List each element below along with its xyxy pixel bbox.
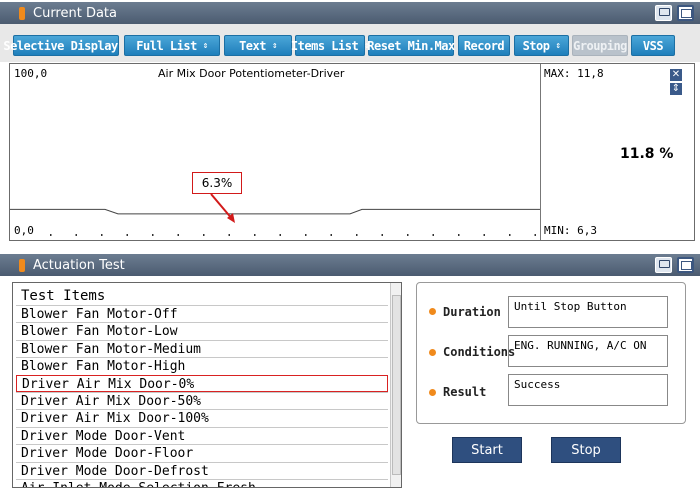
list-item[interactable]: Driver Air Mix Door-0% xyxy=(16,374,388,392)
start-button[interactable]: Start xyxy=(452,437,522,463)
result-label: Result xyxy=(443,385,487,399)
grouping-button[interactable]: Grouping xyxy=(572,35,628,56)
result-field: Success xyxy=(508,374,668,406)
list-item[interactable]: Driver Air Mix Door-50% xyxy=(16,392,388,409)
stop-dropdown-button[interactable]: Stop ⇕ xyxy=(514,35,569,56)
x-tick xyxy=(177,234,179,236)
scroll-toggle-icon[interactable]: ⇕ xyxy=(670,83,682,95)
items-list-label: Items List xyxy=(290,38,359,53)
full-list-button[interactable]: Full List ⇕ xyxy=(124,35,220,56)
current-data-header: Current Data xyxy=(0,2,700,24)
caret-icon: ⇕ xyxy=(202,40,208,51)
x-tick xyxy=(458,234,460,236)
duration-field: Until Stop Button xyxy=(508,296,668,328)
bullet-icon xyxy=(429,389,436,396)
conditions-label: Conditions xyxy=(443,345,516,359)
list-scrollbar[interactable] xyxy=(390,283,401,487)
x-tick xyxy=(203,234,205,236)
stop-button[interactable]: Stop xyxy=(551,437,621,463)
vss-button[interactable]: VSS xyxy=(631,35,675,56)
selective-display-button[interactable]: Selective Display⇕ xyxy=(3,35,129,56)
x-tick xyxy=(101,234,103,236)
selective-display-label: Selective Display xyxy=(3,38,118,53)
actuation-header: Actuation Test xyxy=(0,254,700,276)
current-data-title: Current Data xyxy=(33,5,117,21)
list-header: Test Items xyxy=(21,288,106,304)
list-item[interactable]: Driver Mode Door-Floor xyxy=(16,444,388,461)
text-button[interactable]: Text ⇕ xyxy=(224,35,292,56)
x-tick xyxy=(50,234,52,236)
x-tick xyxy=(330,234,332,236)
reset-min-max-button[interactable]: Reset Min.Max xyxy=(367,35,455,56)
list-item[interactable]: Driver Air Mix Door-100% xyxy=(16,409,388,426)
min-value-label: MIN: 6,3 xyxy=(544,224,597,237)
graph-plot xyxy=(10,208,540,236)
close-graph-icon[interactable]: ✕ xyxy=(670,69,682,81)
bullet-icon xyxy=(429,349,436,356)
scrollbar-thumb[interactable] xyxy=(392,295,401,475)
grip-icon xyxy=(19,6,25,20)
duration-label: Duration xyxy=(443,305,501,319)
bullet-icon xyxy=(429,308,436,315)
x-tick xyxy=(126,234,128,236)
x-tick xyxy=(509,234,511,236)
record-button[interactable]: Record xyxy=(458,35,510,56)
test-info-panel: Duration Until Stop Button Conditions EN… xyxy=(416,282,686,424)
series-line xyxy=(10,208,540,215)
list-item[interactable]: Blower Fan Motor-Medium xyxy=(16,339,388,357)
x-tick xyxy=(254,234,256,236)
x-tick xyxy=(381,234,383,236)
list-item[interactable]: Driver Mode Door-Vent xyxy=(16,426,388,444)
list-item[interactable]: Blower Fan Motor-Off xyxy=(16,305,388,322)
conditions-field: ENG. RUNNING, A/C ON xyxy=(508,335,668,367)
data-graph: 100,0 Air Mix Door Potentiometer-Driver … xyxy=(9,63,695,241)
max-value-label: MAX: 11,8 xyxy=(544,67,604,80)
x-tick xyxy=(534,234,536,236)
x-tick xyxy=(432,234,434,236)
graph-divider xyxy=(540,64,541,240)
caret-icon: ⇕ xyxy=(555,40,561,51)
list-item[interactable]: Air Inlet Mode Selection-Fresh xyxy=(16,479,388,487)
toolbar: Selective Display⇕ Full List⇕ Text⇕ Item… xyxy=(0,24,700,62)
items-list-button[interactable]: Items List ⇕ xyxy=(291,35,370,56)
list-item[interactable]: Driver Mode Door-Defrost xyxy=(16,461,388,479)
current-value: 11.8 % xyxy=(620,146,674,162)
text-label: Text xyxy=(239,38,266,53)
value-callout: 6.3% xyxy=(192,172,242,194)
grip-icon xyxy=(19,258,25,272)
retry-icon[interactable] xyxy=(655,257,672,273)
x-tick xyxy=(305,234,307,236)
list-item[interactable]: Blower Fan Motor-Low xyxy=(16,322,388,339)
x-tick xyxy=(228,234,230,236)
stop-label: Stop xyxy=(522,38,550,53)
x-tick xyxy=(356,234,358,236)
list-item[interactable]: Blower Fan Motor-High xyxy=(16,357,388,374)
full-list-label: Full List xyxy=(136,38,197,53)
x-tick xyxy=(483,234,485,236)
window-icon[interactable] xyxy=(677,257,694,273)
actuation-title: Actuation Test xyxy=(33,257,125,273)
caret-icon: ⇕ xyxy=(271,40,277,51)
x-tick xyxy=(279,234,281,236)
x-tick xyxy=(75,234,77,236)
x-tick xyxy=(407,234,409,236)
callout-arrow xyxy=(210,194,235,223)
test-items-list: Test Items Blower Fan Motor-Off Blower Fa… xyxy=(12,282,402,488)
x-tick xyxy=(152,234,154,236)
window-icon[interactable] xyxy=(677,5,694,21)
retry-icon[interactable] xyxy=(655,5,672,21)
